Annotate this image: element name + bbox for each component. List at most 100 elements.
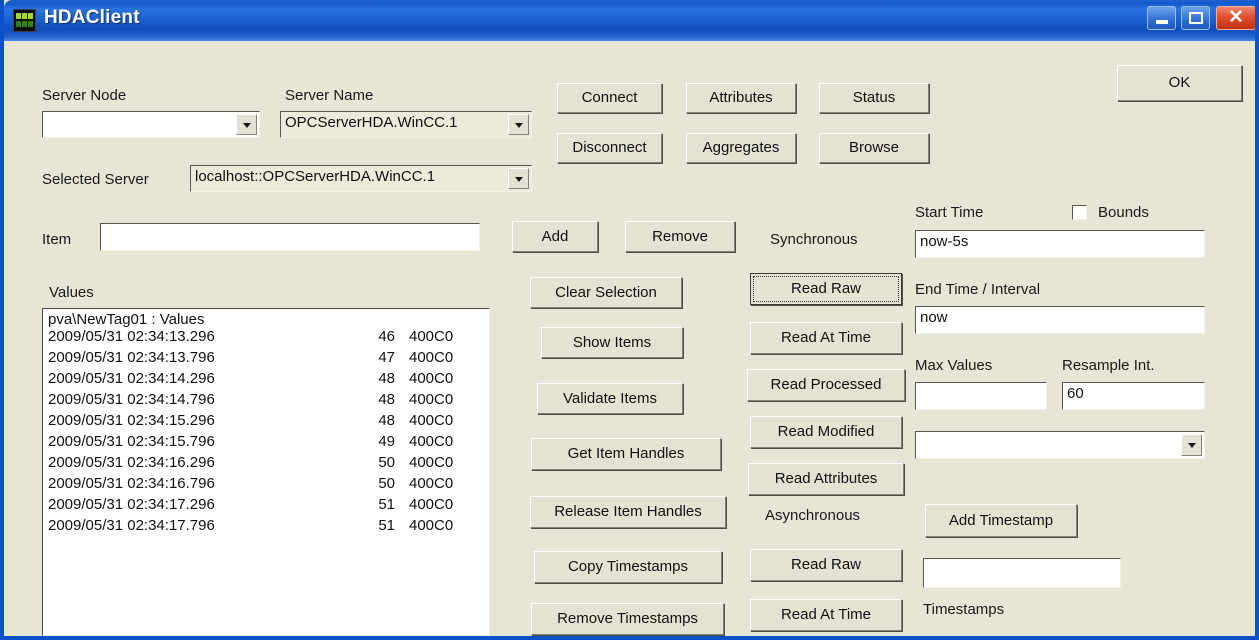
selected-server-label: Selected Server (42, 171, 149, 188)
synchronous-label: Synchronous (770, 231, 858, 248)
maximize-icon (1189, 12, 1203, 24)
add-button[interactable]: Add (512, 221, 598, 252)
table-row[interactable]: 2009/05/31 02:34:14.296 48 400C0 (43, 370, 489, 391)
close-button[interactable]: ✕ (1216, 6, 1255, 30)
opc-logo-icon (13, 9, 36, 32)
row-value: 48 (378, 370, 395, 387)
item-input[interactable] (100, 223, 480, 251)
show-items-button[interactable]: Show Items (541, 327, 683, 358)
copy-timestamps-button[interactable]: Copy Timestamps (534, 551, 722, 583)
remove-timestamps-button[interactable]: Remove Timestamps (531, 603, 724, 635)
row-quality: 400C0 (409, 496, 454, 513)
server-node-combo[interactable] (42, 111, 260, 138)
chevron-down-icon[interactable] (236, 114, 257, 135)
sync-read-at-time-button[interactable]: Read At Time (750, 322, 902, 354)
sync-read-processed-button[interactable]: Read Processed (747, 369, 905, 401)
bounds-checkbox[interactable] (1072, 205, 1087, 220)
clear-selection-button[interactable]: Clear Selection (530, 277, 682, 308)
add-timestamp-button[interactable]: Add Timestamp (925, 504, 1077, 537)
table-row[interactable]: 2009/05/31 02:34:14.796 48 400C0 (43, 391, 489, 412)
row-timestamp: 2009/05/31 02:34:16.296 (48, 454, 215, 471)
server-name-value: OPCServerHDA.WinCC.1 (285, 114, 458, 131)
row-value: 51 (378, 496, 395, 513)
end-time-label: End Time / Interval (915, 281, 1041, 298)
table-row[interactable]: 2009/05/31 02:34:17.796 51 400C0 (43, 517, 489, 538)
row-quality: 400C0 (409, 370, 454, 387)
async-read-at-time-button[interactable]: Read At Time (750, 599, 902, 631)
aggregates-button[interactable]: Aggregates (686, 133, 796, 163)
resample-interval-label: Resample Int. (1062, 357, 1155, 374)
values-rows: 2009/05/31 02:34:13.296 46 400C0 2009/05/31… (43, 328, 489, 538)
get-item-handles-button[interactable]: Get Item Handles (531, 438, 721, 470)
row-quality: 400C0 (409, 391, 454, 408)
row-value: 49 (378, 433, 395, 450)
table-row[interactable]: 2009/05/31 02:34:15.796 49 400C0 (43, 433, 489, 454)
selected-server-combo[interactable]: localhost::OPCServerHDA.WinCC.1 (190, 165, 532, 192)
asynchronous-label: Asynchronous (765, 507, 861, 524)
values-listbox[interactable]: pva\NewTag01 : Values 2009/05/31 02:34:1… (42, 308, 490, 636)
sync-read-raw-button[interactable]: Read Raw (750, 273, 902, 305)
start-time-label: Start Time (915, 204, 984, 221)
row-timestamp: 2009/05/31 02:34:16.796 (48, 475, 215, 492)
async-read-raw-button[interactable]: Read Raw (750, 549, 902, 581)
bounds-label: Bounds (1098, 204, 1149, 221)
ok-button[interactable]: OK (1117, 65, 1242, 101)
release-item-handles-button[interactable]: Release Item Handles (530, 496, 726, 528)
chevron-down-icon[interactable] (508, 114, 529, 135)
table-row[interactable]: 2009/05/31 02:34:13.296 46 400C0 (43, 328, 489, 349)
row-quality: 400C0 (409, 349, 454, 366)
connect-button[interactable]: Connect (557, 83, 662, 113)
window-title: HDAClient (44, 7, 140, 28)
row-value: 48 (378, 391, 395, 408)
minimize-button[interactable] (1147, 6, 1176, 30)
server-name-label: Server Name (285, 87, 374, 104)
row-timestamp: 2009/05/31 02:34:14.796 (48, 391, 215, 408)
server-node-label: Server Node (42, 87, 127, 104)
row-timestamp: 2009/05/31 02:34:14.296 (48, 370, 215, 387)
row-timestamp: 2009/05/31 02:34:15.796 (48, 433, 215, 450)
maximize-button[interactable] (1181, 6, 1210, 30)
table-row[interactable]: 2009/05/31 02:34:16.296 50 400C0 (43, 454, 489, 475)
table-row[interactable]: 2009/05/31 02:34:13.796 47 400C0 (43, 349, 489, 370)
table-row[interactable]: 2009/05/31 02:34:15.296 48 400C0 (43, 412, 489, 433)
server-name-combo[interactable]: OPCServerHDA.WinCC.1 (280, 111, 532, 138)
values-list-header: pva\NewTag01 : Values (48, 311, 205, 328)
table-row[interactable]: 2009/05/31 02:34:16.796 50 400C0 (43, 475, 489, 496)
values-label: Values (49, 284, 94, 301)
start-time-input[interactable]: now-5s (915, 230, 1205, 258)
sync-read-modified-button[interactable]: Read Modified (750, 416, 902, 448)
selected-server-value: localhost::OPCServerHDA.WinCC.1 (195, 168, 436, 185)
sync-read-attributes-button[interactable]: Read Attributes (748, 463, 904, 495)
validate-items-button[interactable]: Validate Items (537, 383, 683, 414)
row-timestamp: 2009/05/31 02:34:17.796 (48, 517, 215, 534)
row-value: 51 (378, 517, 395, 534)
row-quality: 400C0 (409, 517, 454, 534)
end-time-input[interactable]: now (915, 306, 1205, 334)
status-button[interactable]: Status (819, 83, 929, 113)
row-value: 48 (378, 412, 395, 429)
browse-button[interactable]: Browse (819, 133, 929, 163)
row-value: 50 (378, 454, 395, 471)
row-timestamp: 2009/05/31 02:34:15.296 (48, 412, 215, 429)
client-area: Server Node Server Name OPCServerHDA.Win… (4, 41, 1255, 636)
timestamp-input[interactable] (923, 558, 1121, 588)
max-values-input[interactable] (915, 382, 1047, 410)
chevron-down-icon[interactable] (1181, 434, 1202, 456)
row-quality: 400C0 (409, 433, 454, 450)
row-quality: 400C0 (409, 475, 454, 492)
table-row[interactable]: 2009/05/31 02:34:17.296 51 400C0 (43, 496, 489, 517)
remove-button[interactable]: Remove (625, 221, 735, 252)
resample-interval-input[interactable]: 60 (1062, 382, 1205, 410)
row-value: 47 (378, 349, 395, 366)
chevron-down-icon[interactable] (508, 168, 529, 189)
title-bar: HDAClient ✕ (4, 0, 1255, 41)
row-quality: 400C0 (409, 412, 454, 429)
row-timestamp: 2009/05/31 02:34:13.796 (48, 349, 215, 366)
attributes-button[interactable]: Attributes (686, 83, 796, 113)
aggregate-combo[interactable] (915, 431, 1205, 459)
disconnect-button[interactable]: Disconnect (557, 133, 662, 163)
row-timestamp: 2009/05/31 02:34:13.296 (48, 328, 215, 345)
row-quality: 400C0 (409, 328, 454, 345)
minimize-icon (1156, 20, 1168, 24)
timestamps-label: Timestamps (923, 601, 1005, 618)
